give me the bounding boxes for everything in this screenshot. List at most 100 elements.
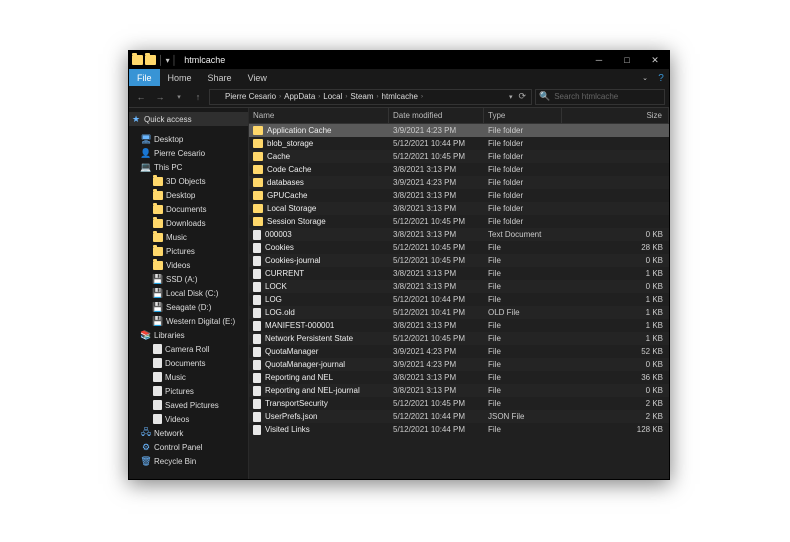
nav-tree[interactable]: ★Quick access 🖥Desktop👤Pierre Cesario💻Thi… <box>129 108 249 479</box>
star-icon: ★ <box>131 114 141 124</box>
tree-item[interactable]: Documents <box>129 356 248 370</box>
separator: │ <box>158 55 164 65</box>
folder-icon <box>132 55 143 65</box>
content-pane: Name Date modified Type Size Application… <box>249 108 669 479</box>
table-row[interactable]: QuotaManager-journal3/9/2021 4:23 PMFile… <box>249 358 669 371</box>
table-row[interactable]: Code Cache3/8/2021 3:13 PMFile folder <box>249 163 669 176</box>
tree-item[interactable]: 💾Western Digital (E:) <box>129 314 248 328</box>
breadcrumb-item[interactable]: AppData› <box>284 92 323 101</box>
tab-view[interactable]: View <box>240 69 275 86</box>
table-row[interactable]: Cookies5/12/2021 10:45 PMFile28 KB <box>249 241 669 254</box>
tree-item[interactable]: 🖧Network <box>129 426 248 440</box>
file-list[interactable]: Application Cache3/9/2021 4:23 PMFile fo… <box>249 124 669 479</box>
tree-item[interactable]: ⚙Control Panel <box>129 440 248 454</box>
nav-bar: ← → ▾ ↑ Pierre Cesario›AppData›Local›Ste… <box>129 86 669 108</box>
tree-item[interactable]: 🖥Desktop <box>129 132 248 146</box>
tree-item[interactable]: Videos <box>129 258 248 272</box>
table-row[interactable]: LOCK3/8/2021 3:13 PMFile0 KB <box>249 280 669 293</box>
folder-icon <box>153 247 163 256</box>
tree-item[interactable]: 👤Pierre Cesario <box>129 146 248 160</box>
table-row[interactable]: Cookies-journal5/12/2021 10:45 PMFile0 K… <box>249 254 669 267</box>
recent-dropdown[interactable]: ▾ <box>171 89 187 105</box>
refresh-icon[interactable]: ⟳ <box>515 91 529 102</box>
table-row[interactable]: Local Storage3/8/2021 3:13 PMFile folder <box>249 202 669 215</box>
table-row[interactable]: Visited Links5/12/2021 10:44 PMFile128 K… <box>249 423 669 436</box>
table-row[interactable]: LOG.old5/12/2021 10:41 PMOLD File1 KB <box>249 306 669 319</box>
up-button[interactable]: ↑ <box>190 89 206 105</box>
tree-item[interactable]: 💾Seagate (D:) <box>129 300 248 314</box>
window-title: htmlcache <box>184 55 225 65</box>
breadcrumb-item[interactable]: htmlcache› <box>382 92 426 101</box>
tree-item[interactable]: Camera Roll <box>129 342 248 356</box>
folder-icon <box>153 177 163 186</box>
table-row[interactable]: databases3/9/2021 4:23 PMFile folder <box>249 176 669 189</box>
folder-icon <box>253 191 263 200</box>
folder-icon <box>253 204 263 213</box>
breadcrumb: Pierre Cesario›AppData›Local›Steam›htmlc… <box>225 92 426 101</box>
tree-item[interactable]: 💾Local Disk (C:) <box>129 286 248 300</box>
table-row[interactable]: LOG5/12/2021 10:44 PMFile1 KB <box>249 293 669 306</box>
drive-icon: 💾 <box>153 288 163 298</box>
minimize-button[interactable]: ─ <box>585 51 613 69</box>
table-row[interactable]: Reporting and NEL-journal3/8/2021 3:13 P… <box>249 384 669 397</box>
folder-icon <box>253 139 263 148</box>
tree-item[interactable]: Desktop <box>129 188 248 202</box>
ribbon-chevron-icon[interactable]: ⌄ <box>637 70 653 86</box>
tree-item[interactable]: Videos <box>129 412 248 426</box>
tree-item[interactable]: 3D Objects <box>129 174 248 188</box>
back-button[interactable]: ← <box>133 89 149 105</box>
tree-item[interactable]: 💻This PC <box>129 160 248 174</box>
table-row[interactable]: Network Persistent State5/12/2021 10:45 … <box>249 332 669 345</box>
table-row[interactable]: QuotaManager3/9/2021 4:23 PMFile52 KB <box>249 345 669 358</box>
tab-home[interactable]: Home <box>160 69 200 86</box>
table-row[interactable]: 0000033/8/2021 3:13 PMText Document0 KB <box>249 228 669 241</box>
tree-item[interactable]: Documents <box>129 202 248 216</box>
table-row[interactable]: MANIFEST-0000013/8/2021 3:13 PMFile1 KB <box>249 319 669 332</box>
folder-icon <box>153 205 163 214</box>
close-button[interactable]: ✕ <box>641 51 669 69</box>
file-icon <box>153 358 162 368</box>
tab-share[interactable]: Share <box>200 69 240 86</box>
tree-item[interactable]: Music <box>129 370 248 384</box>
tree-item[interactable]: 💾SSD (A:) <box>129 272 248 286</box>
tree-item[interactable]: 📚Libraries <box>129 328 248 342</box>
file-icon <box>253 308 261 318</box>
table-row[interactable]: Session Storage5/12/2021 10:45 PMFile fo… <box>249 215 669 228</box>
table-row[interactable]: CURRENT3/8/2021 3:13 PMFile1 KB <box>249 267 669 280</box>
tab-file[interactable]: File <box>129 69 160 86</box>
table-row[interactable]: TransportSecurity5/12/2021 10:45 PMFile2… <box>249 397 669 410</box>
titlebar[interactable]: │ ▾ │ htmlcache ─ □ ✕ <box>129 51 669 69</box>
header-name[interactable]: Name <box>249 108 389 123</box>
table-row[interactable]: GPUCache3/8/2021 3:13 PMFile folder <box>249 189 669 202</box>
table-row[interactable]: Application Cache3/9/2021 4:23 PMFile fo… <box>249 124 669 137</box>
tree-item[interactable]: Saved Pictures <box>129 398 248 412</box>
tree-item[interactable]: Pictures <box>129 244 248 258</box>
tree-item[interactable]: Pictures <box>129 384 248 398</box>
forward-button[interactable]: → <box>152 89 168 105</box>
file-icon <box>153 372 162 382</box>
down-icon[interactable]: ▾ <box>166 56 170 65</box>
header-date[interactable]: Date modified <box>389 108 484 123</box>
breadcrumb-item[interactable]: Pierre Cesario› <box>225 92 284 101</box>
header-size[interactable]: Size <box>562 108 669 123</box>
tree-item[interactable]: Music <box>129 230 248 244</box>
breadcrumb-item[interactable]: Steam› <box>350 92 381 101</box>
tree-item[interactable]: ★Quick access <box>129 112 248 126</box>
table-row[interactable]: UserPrefs.json5/12/2021 10:44 PMJSON Fil… <box>249 410 669 423</box>
tree-item[interactable]: 🗑Recycle Bin <box>129 454 248 468</box>
folder-icon <box>153 233 163 242</box>
header-type[interactable]: Type <box>484 108 562 123</box>
file-icon <box>153 400 162 410</box>
drive-icon: 💾 <box>153 274 163 284</box>
help-icon[interactable]: ? <box>653 70 669 86</box>
search-input[interactable]: 🔍 Search htmlcache <box>535 89 665 105</box>
breadcrumb-item[interactable]: Local› <box>323 92 350 101</box>
tree-item[interactable]: Downloads <box>129 216 248 230</box>
maximize-button[interactable]: □ <box>613 51 641 69</box>
table-row[interactable]: Reporting and NEL3/8/2021 3:13 PMFile36 … <box>249 371 669 384</box>
dropdown-icon[interactable]: ▾ <box>506 93 516 101</box>
table-row[interactable]: blob_storage5/12/2021 10:44 PMFile folde… <box>249 137 669 150</box>
table-row[interactable]: Cache5/12/2021 10:45 PMFile folder <box>249 150 669 163</box>
folder-icon <box>253 165 263 174</box>
address-bar[interactable]: Pierre Cesario›AppData›Local›Steam›htmlc… <box>209 89 532 105</box>
